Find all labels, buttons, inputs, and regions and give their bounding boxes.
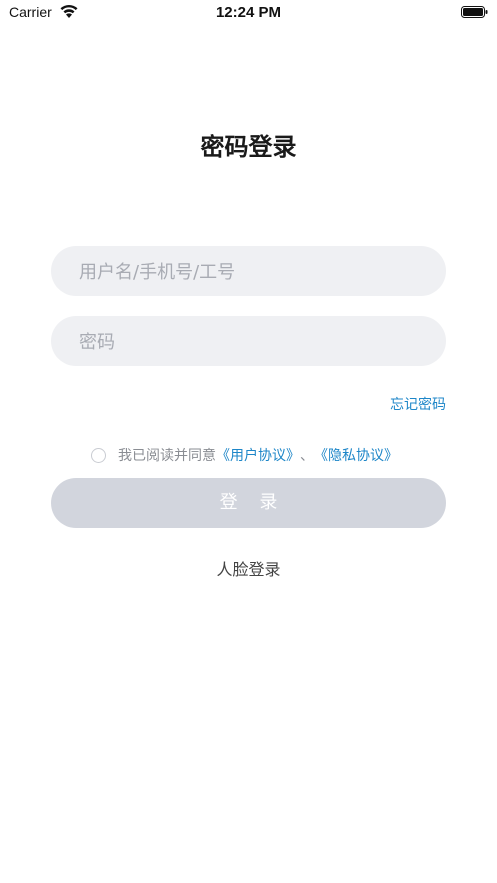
- agreement-row: 我已阅读并同意 《用户协议》 、 《隐私协议》: [91, 445, 398, 465]
- battery-icon: [461, 6, 488, 18]
- forgot-password-link[interactable]: 忘记密码: [390, 394, 446, 414]
- page-title: 密码登录: [200, 133, 297, 161]
- agreement-prefix: 我已阅读并同意: [118, 448, 216, 464]
- agreement-separator: 、: [300, 448, 314, 464]
- privacy-policy-link[interactable]: 《隐私协议》: [314, 445, 398, 465]
- password-input[interactable]: [77, 316, 424, 368]
- username-input[interactable]: [77, 246, 424, 298]
- user-agreement-link[interactable]: 《用户协议》: [216, 445, 300, 465]
- password-field[interactable]: [51, 316, 446, 368]
- username-field[interactable]: [51, 246, 446, 298]
- clock: 12:24 PM: [215, 4, 282, 21]
- agreement-checkbox[interactable]: [91, 447, 106, 463]
- face-login-link[interactable]: 人脸登录: [0, 556, 497, 580]
- status-bar: Carrier 12:24 PM: [0, 0, 497, 26]
- login-button[interactable]: 登 录: [51, 478, 446, 528]
